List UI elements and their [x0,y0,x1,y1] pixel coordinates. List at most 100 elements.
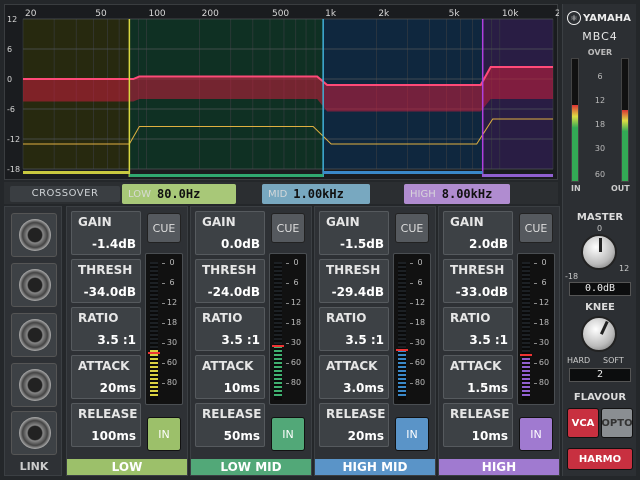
meter-segment [398,326,406,328]
meter-segment [274,394,282,396]
jack-icon [19,369,51,401]
attack-control[interactable]: ATTACK 20ms [71,355,141,399]
release-control[interactable]: RELEASE 100ms [71,403,141,447]
release-control[interactable]: RELEASE 20ms [319,403,389,447]
link-jack-4[interactable] [11,363,57,407]
attack-control[interactable]: ATTACK 10ms [195,355,265,399]
gain-reduction-indicator [272,344,284,347]
thresh-control[interactable]: THRESH -29.4dB [319,259,389,303]
output-meter [621,58,629,182]
cue-button[interactable]: CUE [271,213,305,243]
ratio-control[interactable]: RATIO 3.5 :1 [71,307,141,351]
band-name: LOW [67,459,187,475]
meter-tick: 60 [534,358,554,367]
cue-button[interactable]: CUE [519,213,553,243]
gain-control[interactable]: GAIN 0.0dB [195,211,265,255]
release-control[interactable]: RELEASE 10ms [443,403,513,447]
release-value: 50ms [223,429,260,443]
meter-segment [522,358,530,360]
master-value: 0.0dB [569,282,631,296]
harmo-button[interactable]: HARMO [567,448,633,470]
knee-knob[interactable] [581,316,617,352]
in-button[interactable]: IN [519,417,553,451]
link-jack-3[interactable] [11,313,57,357]
io-scale-tick: 60 [594,170,606,179]
meter-segment [150,366,158,368]
meter-segment [274,350,282,352]
meter-segment [150,278,158,280]
link-jack-2[interactable] [11,263,57,307]
db-label: 6 [7,45,12,54]
link-jack-5[interactable] [11,411,57,455]
thresh-label: THRESH [78,263,133,277]
master-panel: ⚛ YAMAHA MBC4 OVER 6 12 18 30 60 IN OUT … [562,4,636,476]
meter-tick: 0 [534,258,554,267]
gain-reduction-meter: 0 6 12 18 30 60 80 [517,253,555,405]
low-crossover-control[interactable]: LOW 80.0Hz [122,184,236,204]
attack-control[interactable]: ATTACK 1.5ms [443,355,513,399]
meter-segment [522,342,530,344]
io-meter-scale: 6 12 18 30 60 [585,58,615,182]
meter-segment [274,390,282,392]
mid-crossover-control[interactable]: MID 1.00kHz [262,184,370,204]
cue-button[interactable]: CUE [395,213,429,243]
opto-button[interactable]: OPTO [601,408,633,438]
ratio-control[interactable]: RATIO 3.5 :1 [319,307,389,351]
meter-segment [150,326,158,328]
in-button[interactable]: IN [147,417,181,451]
gain-reduction-meter: 0 6 12 18 30 60 80 [269,253,307,405]
attack-label: ATTACK [450,359,502,373]
meter-segment [274,334,282,336]
jack-icon [19,417,51,449]
gain-value: 0.0dB [221,237,260,251]
meter-segment [274,274,282,276]
meter-segment [398,378,406,380]
meter-segment [274,374,282,376]
meter-segment [274,378,282,380]
band-column-low-mid: GAIN 0.0dB THRESH -24.0dB RATIO 3.5 :1 A… [190,206,312,476]
attack-value: 1.5ms [467,381,508,395]
meter-segment [522,270,530,272]
thresh-value: -24.0dB [207,285,260,299]
meter-segment [274,286,282,288]
meter-tick: 12 [534,298,554,307]
ratio-value: 3.5 :1 [221,333,260,347]
thresh-control[interactable]: THRESH -34.0dB [71,259,141,303]
db-label: 0 [7,75,12,84]
ratio-control[interactable]: RATIO 3.5 :1 [195,307,265,351]
meter-tick: 18 [534,318,554,327]
link-column: LINK [4,206,62,476]
meter-tick: 0 [410,258,430,267]
meter-segment [274,282,282,284]
link-jack-1[interactable] [11,213,57,257]
release-label: RELEASE [78,407,138,421]
high-crossover-control[interactable]: HIGH 8.00kHz [404,184,510,204]
in-label: IN [571,184,581,193]
gain-reduction-meter: 0 6 12 18 30 60 80 [393,253,431,405]
vca-button[interactable]: VCA [567,408,599,438]
master-knob[interactable] [581,234,617,270]
meter-segment [522,386,530,388]
freq-label: 5k [449,9,461,19]
gain-control[interactable]: GAIN -1.4dB [71,211,141,255]
jack-icon [19,269,51,301]
frequency-response-graph[interactable]: 20 50 100 200 500 1k 2k 5k 10k 20k 12 6 0 -6 -12 -18 [4,4,559,180]
in-button[interactable]: IN [395,417,429,451]
attack-control[interactable]: ATTACK 3.0ms [319,355,389,399]
release-control[interactable]: RELEASE 50ms [195,403,265,447]
gain-control[interactable]: GAIN 2.0dB [443,211,513,255]
meter-segment [398,334,406,336]
thresh-control[interactable]: THRESH -33.0dB [443,259,513,303]
knee-hard-label: HARD [567,356,591,365]
meter-segment [150,378,158,380]
meter-tick: 0 [162,258,182,267]
meter-tick: 6 [162,278,182,287]
meter-segment [398,286,406,288]
meter-segment [398,282,406,284]
cue-button[interactable]: CUE [147,213,181,243]
ratio-control[interactable]: RATIO 3.5 :1 [443,307,513,351]
gain-control[interactable]: GAIN -1.5dB [319,211,389,255]
in-button[interactable]: IN [271,417,305,451]
thresh-control[interactable]: THRESH -24.0dB [195,259,265,303]
ratio-label: RATIO [202,311,243,325]
